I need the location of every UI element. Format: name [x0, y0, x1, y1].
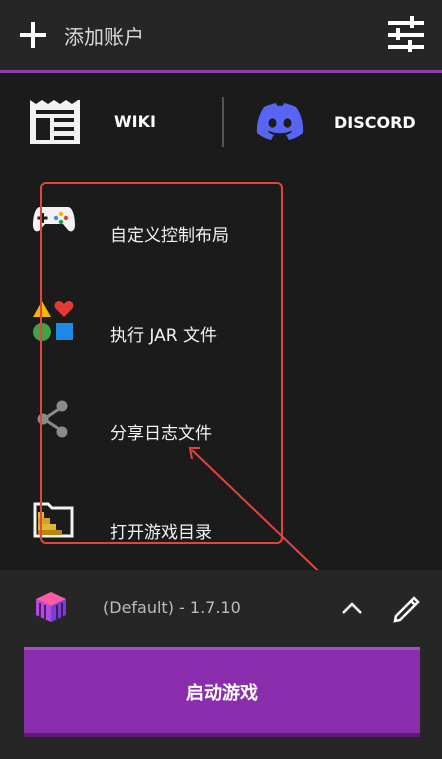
sliders-icon[interactable]	[386, 16, 426, 54]
discord-icon	[256, 103, 304, 140]
profile-cube-icon[interactable]	[34, 590, 68, 624]
links-separator	[222, 97, 224, 147]
menu-item-label: 执行 JAR 文件	[110, 326, 217, 346]
chevron-up-icon[interactable]	[340, 598, 364, 618]
menu-item-share-log[interactable]: 分享日志文件	[0, 383, 442, 453]
menu-item-execute-jar[interactable]: 执行 JAR 文件	[0, 285, 442, 355]
menu-item-custom-controls[interactable]: 自定义控制布局	[0, 185, 442, 255]
plus-icon[interactable]	[18, 20, 48, 50]
folder-icon	[33, 502, 74, 538]
menu-item-open-game-dir[interactable]: 打开游戏目录	[0, 482, 442, 552]
gamepad-icon	[33, 207, 75, 232]
wiki-label: WIKI	[114, 112, 156, 131]
menu-item-label: 打开游戏目录	[110, 523, 212, 543]
wiki-button[interactable]: WIKI	[28, 98, 208, 148]
discord-button[interactable]: DISCORD	[256, 101, 436, 151]
launch-game-button[interactable]: 启动游戏	[24, 647, 420, 737]
discord-label: DISCORD	[334, 113, 416, 132]
profile-version-label[interactable]: (Default) - 1.7.10	[103, 598, 241, 617]
launcher-screen: 添加账户 WIKI DISCORD 自定义控制布局 执行 JAR 文件 分享日志…	[0, 0, 442, 759]
links-row: WIKI DISCORD	[0, 73, 442, 175]
share-icon	[37, 400, 68, 438]
shapes-icon	[33, 301, 74, 341]
top-bar: 添加账户	[0, 0, 442, 70]
menu-item-label: 分享日志文件	[110, 424, 212, 444]
menu-item-label: 自定义控制布局	[110, 226, 229, 246]
newspaper-icon	[30, 100, 80, 144]
add-account-label[interactable]: 添加账户	[64, 21, 144, 50]
pencil-icon[interactable]	[392, 592, 424, 624]
profile-panel: (Default) - 1.7.10 启动游戏	[0, 570, 442, 759]
